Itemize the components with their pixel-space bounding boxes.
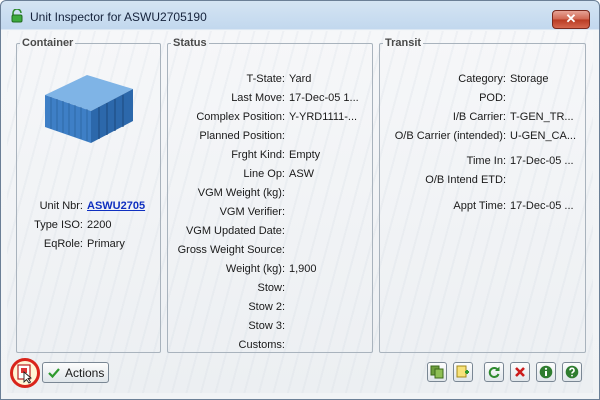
eqrole-value: Primary: [87, 238, 125, 250]
field-label: Stow 2:: [248, 301, 285, 313]
actions-label: Actions: [65, 366, 105, 380]
field-label: Complex Position:: [196, 111, 285, 123]
transit-panel-legend: Transit: [385, 37, 422, 49]
delete-button[interactable]: [510, 362, 530, 382]
window-title: Unit Inspector for ASWU2705190: [30, 10, 207, 24]
field-row: Stow:: [168, 282, 372, 296]
field-label: Category:: [458, 73, 506, 85]
field-label: Weight (kg):: [225, 263, 285, 275]
field-label: Last Move:: [231, 92, 285, 104]
close-button[interactable]: ✕: [552, 10, 590, 29]
close-x-icon: [515, 367, 525, 377]
add-note-button[interactable]: [453, 362, 473, 382]
type-iso-label: Type ISO:: [34, 219, 83, 231]
field-value: Y-YRD1111-...: [289, 111, 358, 123]
container-panel-legend: Container: [22, 37, 74, 49]
info-button[interactable]: [536, 362, 556, 382]
field-row: EqRole: Primary: [17, 238, 160, 252]
type-iso-value: 2200: [87, 219, 112, 231]
field-label: Appt Time:: [453, 200, 506, 212]
inspect-icon: [17, 364, 33, 384]
field-value: U-GEN_CA...: [510, 130, 577, 142]
refresh-button[interactable]: [484, 362, 504, 382]
actions-button[interactable]: Actions: [42, 362, 109, 383]
field-label: Customs:: [238, 339, 285, 351]
field-label: VGM Updated Date:: [185, 225, 285, 237]
field-label: O/B Carrier (intended):: [394, 130, 506, 142]
field-label: Gross Weight Source:: [177, 244, 285, 256]
field-row: Gross Weight Source:: [168, 244, 372, 258]
help-button[interactable]: [562, 362, 582, 382]
refresh-icon: [488, 366, 500, 378]
inspect-button[interactable]: [10, 358, 40, 388]
field-row: Stow 3:: [168, 320, 372, 334]
field-row: Line Op: ASW: [168, 168, 372, 182]
field-label: Stow 3:: [248, 320, 285, 332]
field-value: 17-Dec-05 ...: [510, 155, 574, 167]
field-row: VGM Verifier:: [168, 206, 372, 220]
field-row: O/B Carrier (intended): U-GEN_CA...: [380, 130, 585, 144]
help-icon: [565, 365, 579, 379]
field-value: Empty: [289, 149, 321, 161]
field-row: Time In: 17-Dec-05 ...: [380, 155, 585, 169]
field-label: O/B Intend ETD:: [425, 174, 506, 186]
shipping-container-icon: [45, 75, 133, 143]
field-row: O/B Intend ETD:: [380, 174, 585, 188]
field-row: VGM Updated Date:: [168, 225, 372, 239]
eqrole-label: EqRole:: [43, 238, 83, 250]
status-panel-legend: Status: [173, 37, 207, 49]
field-row: Stow 2:: [168, 301, 372, 315]
field-row: Frght Kind: Empty: [168, 149, 372, 163]
bottom-toolbar: Actions: [7, 357, 593, 393]
field-row: Unit Nbr: ASWU2705: [17, 200, 160, 214]
field-row: POD:: [380, 92, 585, 106]
copy-button[interactable]: [427, 362, 447, 382]
field-row: Planned Position:: [168, 130, 372, 144]
field-value: 1,900: [289, 263, 317, 275]
field-row: VGM Weight (kg):: [168, 187, 372, 201]
field-value: 17-Dec-05 1...: [289, 92, 359, 104]
field-row: T-State: Yard: [168, 73, 372, 87]
transit-panel: Transit Category: Storage POD: I/B Carrier:…: [379, 37, 586, 353]
container-panel: Container Unit Nbr: ASWU2705 Type ISO: 2…: [16, 37, 161, 353]
field-row: I/B Carrier: T-GEN_TR...: [380, 111, 585, 125]
field-label: Time In:: [466, 155, 506, 167]
checkmark-icon: [48, 368, 60, 379]
status-panel: Status T-State: Yard Last Move: 17-Dec-05 1…: [167, 37, 373, 353]
client-area: Container Unit Nbr: ASWU2705 Type ISO: 2…: [7, 31, 593, 393]
field-value: Yard: [289, 73, 312, 85]
field-label: Stow:: [257, 282, 285, 294]
copy-icon: [430, 365, 444, 379]
field-value: ASW: [289, 168, 315, 180]
field-label: T-State:: [246, 73, 285, 85]
field-value: T-GEN_TR...: [510, 111, 574, 123]
field-label: Line Op:: [243, 168, 285, 180]
field-row: Weight (kg): 1,900: [168, 263, 372, 277]
info-icon: [539, 365, 553, 379]
field-label: POD:: [479, 92, 506, 104]
field-label: Planned Position:: [199, 130, 285, 142]
field-label: VGM Verifier:: [219, 206, 285, 218]
unit-nbr-link[interactable]: ASWU2705: [87, 200, 157, 212]
field-label: I/B Carrier:: [452, 111, 506, 123]
field-row: Category: Storage: [380, 73, 585, 87]
field-row: Complex Position: Y-YRD1111-...: [168, 111, 372, 125]
field-row: Customs:: [168, 339, 372, 353]
field-value: 17-Dec-05 ...: [510, 200, 574, 212]
field-row: Last Move: 17-Dec-05 1...: [168, 92, 372, 106]
add-note-icon: [456, 365, 469, 378]
field-label: Frght Kind:: [231, 149, 285, 161]
field-row: Appt Time: 17-Dec-05 ...: [380, 200, 585, 214]
title-bar: Unit Inspector for ASWU2705190 ✕: [1, 1, 599, 31]
lock-icon: [11, 9, 23, 23]
unit-nbr-label: Unit Nbr:: [39, 200, 83, 212]
field-row: Type ISO: 2200: [17, 219, 160, 233]
unit-inspector-window: Unit Inspector for ASWU2705190 ✕ Contain…: [0, 0, 600, 400]
field-label: VGM Weight (kg):: [197, 187, 285, 199]
field-value: Storage: [510, 73, 549, 85]
